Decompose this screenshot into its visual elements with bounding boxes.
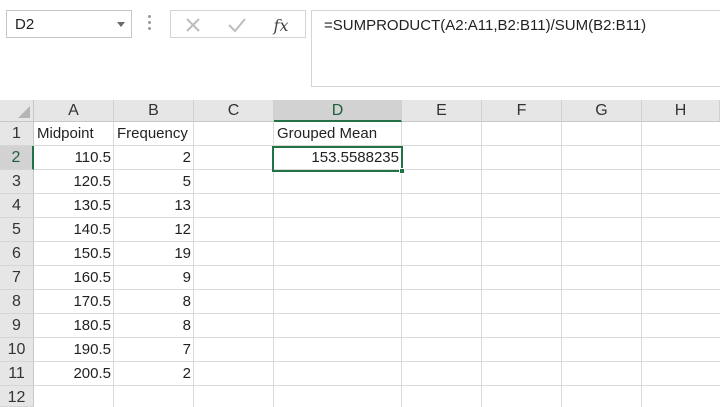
cell-a8[interactable]: 170.5 xyxy=(34,290,114,314)
formula-bar: D2 fx =SUMPRODUCT(A2:A11,B2:B11)/SUM(B2:… xyxy=(0,0,720,100)
cancel-button[interactable] xyxy=(179,14,207,36)
name-box-value: D2 xyxy=(15,16,35,33)
row-header-9[interactable]: 9 xyxy=(0,314,34,338)
drag-handle-icon[interactable] xyxy=(147,15,153,33)
row-header-11[interactable]: 11 xyxy=(0,362,34,386)
row-header-5[interactable]: 5 xyxy=(0,218,34,242)
cell-b3[interactable]: 5 xyxy=(114,170,194,194)
insert-function-button[interactable]: fx xyxy=(267,14,295,36)
cell-a3[interactable]: 120.5 xyxy=(34,170,114,194)
active-cell-border xyxy=(272,146,403,172)
cell-b10[interactable]: 7 xyxy=(114,338,194,362)
column-header-h[interactable]: H xyxy=(642,100,720,122)
cell-a4[interactable]: 130.5 xyxy=(34,194,114,218)
formula-buttons: fx xyxy=(170,10,306,38)
checkmark-icon xyxy=(228,18,246,33)
row-header-7[interactable]: 7 xyxy=(0,266,34,290)
cell-d1[interactable]: Grouped Mean xyxy=(274,122,402,146)
chevron-down-icon[interactable] xyxy=(117,22,125,27)
row-header-2[interactable]: 2 xyxy=(0,146,34,170)
select-all-button[interactable] xyxy=(0,100,34,122)
worksheet-grid[interactable]: A B C D E F G H 1 2 3 4 5 6 7 8 9 10 11 … xyxy=(0,100,720,407)
row-header-3[interactable]: 3 xyxy=(0,170,34,194)
row-header-10[interactable]: 10 xyxy=(0,338,34,362)
fill-handle[interactable] xyxy=(399,168,405,174)
cell-a1[interactable]: Midpoint xyxy=(34,122,114,146)
select-all-icon xyxy=(18,106,30,118)
cell-b6[interactable]: 19 xyxy=(114,242,194,266)
cell-a9[interactable]: 180.5 xyxy=(34,314,114,338)
column-header-e[interactable]: E xyxy=(402,100,482,122)
cell-b8[interactable]: 8 xyxy=(114,290,194,314)
column-header-f[interactable]: F xyxy=(482,100,562,122)
enter-button[interactable] xyxy=(223,14,251,36)
column-header-a[interactable]: A xyxy=(34,100,114,122)
cell-b7[interactable]: 9 xyxy=(114,266,194,290)
formula-text: =SUMPRODUCT(A2:A11,B2:B11)/SUM(B2:B11) xyxy=(324,17,647,34)
name-box[interactable]: D2 xyxy=(6,10,132,38)
row-header-12[interactable]: 12 xyxy=(0,386,34,407)
cell-a6[interactable]: 150.5 xyxy=(34,242,114,266)
cell-a10[interactable]: 190.5 xyxy=(34,338,114,362)
column-header-d[interactable]: D xyxy=(274,100,402,122)
cell-b2[interactable]: 2 xyxy=(114,146,194,170)
cell-b1[interactable]: Frequency xyxy=(114,122,194,146)
cell-a11[interactable]: 200.5 xyxy=(34,362,114,386)
row-header-8[interactable]: 8 xyxy=(0,290,34,314)
close-icon xyxy=(186,18,200,32)
column-header-c[interactable]: C xyxy=(194,100,274,122)
row-header-1[interactable]: 1 xyxy=(0,122,34,146)
cell-a7[interactable]: 160.5 xyxy=(34,266,114,290)
cell-b9[interactable]: 8 xyxy=(114,314,194,338)
column-header-g[interactable]: G xyxy=(562,100,642,122)
cell-b5[interactable]: 12 xyxy=(114,218,194,242)
row-header-4[interactable]: 4 xyxy=(0,194,34,218)
cell-a5[interactable]: 140.5 xyxy=(34,218,114,242)
formula-input[interactable]: =SUMPRODUCT(A2:A11,B2:B11)/SUM(B2:B11) xyxy=(311,10,720,87)
cell-b11[interactable]: 2 xyxy=(114,362,194,386)
fx-icon: fx xyxy=(273,15,289,35)
cell-a2[interactable]: 110.5 xyxy=(34,146,114,170)
column-header-b[interactable]: B xyxy=(114,100,194,122)
cell-b4[interactable]: 13 xyxy=(114,194,194,218)
row-header-6[interactable]: 6 xyxy=(0,242,34,266)
